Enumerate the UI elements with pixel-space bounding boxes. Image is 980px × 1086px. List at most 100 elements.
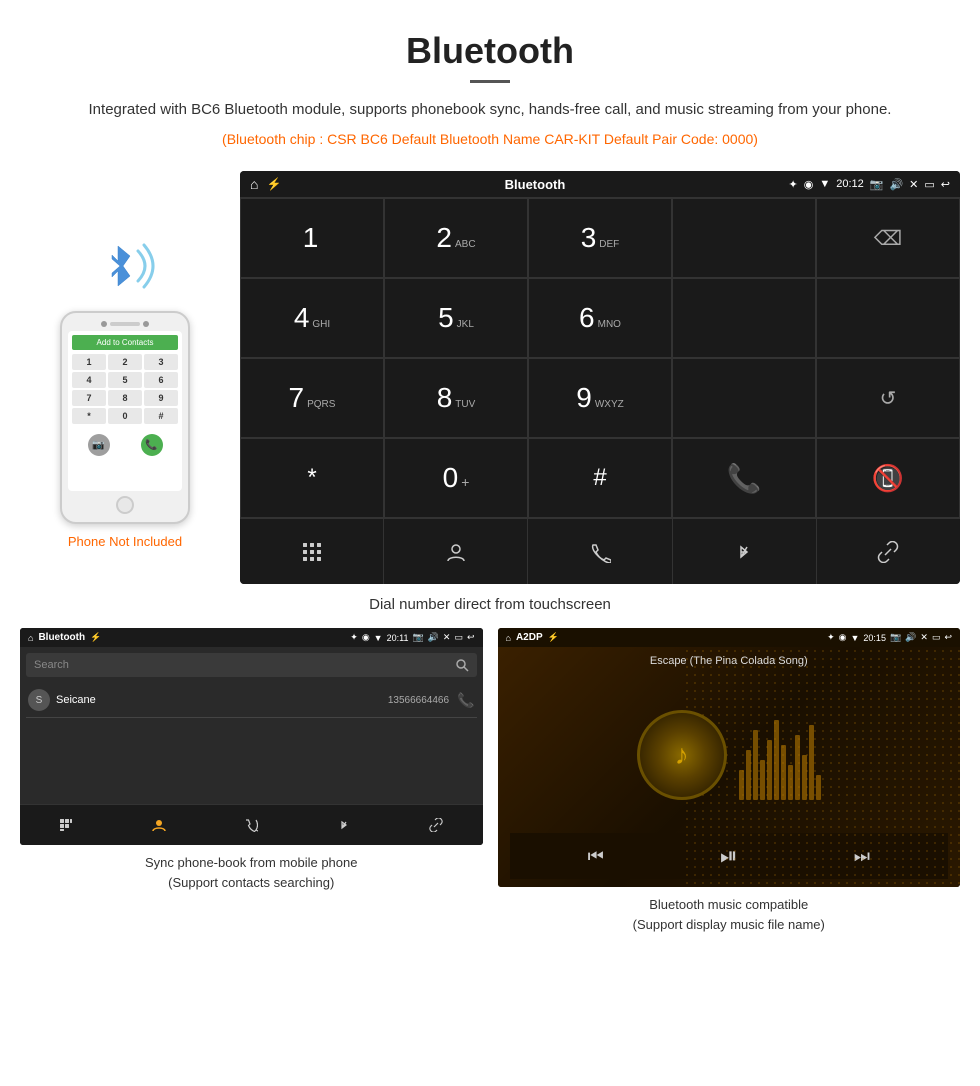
phonebook-screenshot: ⌂ Bluetooth ⚡ ✦ ◉ ▼ 20:11 📷 🔊 ✕ ▭ ↩ [20, 628, 483, 934]
phonebook-tb-bt[interactable] [298, 805, 391, 845]
device-status-bar: ⌂ ⚡ Bluetooth ✦ ◉ ▼ 20:12 📷 🔊 ✕ ▭ ↩ [240, 171, 960, 197]
bottom-screenshots: ⌂ Bluetooth ⚡ ✦ ◉ ▼ 20:11 📷 🔊 ✕ ▭ ↩ [0, 628, 980, 934]
music-caption: Bluetooth music compatible (Support disp… [498, 887, 961, 934]
vis-bar-4 [760, 760, 765, 800]
contact-initial-s: S [28, 689, 50, 711]
phonebook-tb-apps[interactable] [20, 805, 113, 845]
dialpad-grid: 1 2 ABC 3 DEF ⌫ 4 G [240, 197, 960, 518]
contact-name: Seicane [56, 694, 388, 706]
call-red-icon: 📵 [872, 463, 904, 494]
dial-key-1[interactable]: 1 [240, 198, 384, 278]
phonebook-status-left: ⌂ Bluetooth ⚡ [28, 632, 101, 643]
contact-row-seicane: S Seicane 13566664466 📞 [26, 683, 477, 718]
dial-key-5[interactable]: 5 JKL [384, 278, 528, 358]
phonebook-time: 20:11 [387, 633, 409, 643]
dial-key-4[interactable]: 4 GHI [240, 278, 384, 358]
toolbar-bluetooth-btn[interactable] [673, 519, 817, 584]
skip-back-button[interactable]: ⏮ [588, 846, 604, 867]
phone-key-6: 6 [144, 372, 178, 388]
phone-key-1: 1 [72, 354, 106, 370]
page-header: Bluetooth Integrated with BC6 Bluetooth … [0, 0, 980, 171]
phonebook-tb-contact[interactable] [113, 805, 206, 845]
phonebook-caption: Sync phone-book from mobile phone (Suppo… [20, 845, 483, 892]
vis-bar-11 [809, 725, 814, 800]
skip-forward-button[interactable]: ⏭ [854, 846, 870, 867]
phone-not-included-label: Phone Not Included [68, 534, 182, 549]
bluetooth-signal-icon [90, 231, 160, 301]
music-bt-icon: ✦ [827, 632, 835, 643]
dial-backspace-button[interactable]: ⌫ [816, 198, 960, 278]
music-x-icon: ✕ [920, 632, 928, 643]
dial-refresh-button[interactable]: ↺ [816, 358, 960, 438]
dial-cell-empty-1 [672, 198, 816, 278]
phone-key-8: 8 [108, 390, 142, 406]
phone-camera-btn: 📷 [88, 434, 110, 456]
music-device: ⌂ A2DP ⚡ ✦ ◉ ▼ 20:15 📷 🔊 ✕ ▭ ↩ [498, 628, 961, 887]
dial-cell-empty-2 [672, 278, 816, 358]
music-time: 20:15 [863, 633, 886, 643]
phonebook-wifi-icon: ▼ [374, 633, 383, 643]
phone-key-hash: # [144, 408, 178, 424]
phonebook-tb-link[interactable] [390, 805, 483, 845]
usb-icon: ⚡ [266, 177, 281, 191]
toolbar-dialpad-btn[interactable] [240, 519, 384, 584]
bt-status-icon: ✦ [788, 178, 797, 191]
phonebook-status-right: ✦ ◉ ▼ 20:11 📷 🔊 ✕ ▭ ↩ [350, 632, 474, 643]
dial-key-8[interactable]: 8 TUV [384, 358, 528, 438]
dial-key-2[interactable]: 2 ABC [384, 198, 528, 278]
phonebook-back-icon: ↩ [467, 632, 475, 643]
phonebook-content: Search S Seicane 13566664466 📞 [20, 647, 483, 804]
device-bottom-toolbar [240, 518, 960, 584]
music-usb-icon: ⚡ [548, 632, 559, 643]
phonebook-home-icon: ⌂ [28, 633, 33, 643]
phonebook-cam-icon: 📷 [412, 632, 423, 643]
dial-call-green-button[interactable]: 📞 [672, 438, 816, 518]
phonebook-search-bar[interactable]: Search [26, 653, 477, 677]
phonebook-tb-phone[interactable] [205, 805, 298, 845]
phone-home-button [116, 496, 134, 514]
phone-camera [143, 321, 149, 327]
music-rect-icon: ▭ [932, 632, 941, 643]
phonebook-search-placeholder: Search [34, 659, 69, 671]
phonebook-loc-icon: ◉ [362, 632, 370, 643]
dial-key-star[interactable]: * [240, 438, 384, 518]
phone-key-0: 0 [108, 408, 142, 424]
dial-key-3[interactable]: 3 DEF [528, 198, 672, 278]
phonebook-caption-line1: Sync phone-book from mobile phone [145, 855, 357, 870]
dial-key-6[interactable]: 6 MNO [528, 278, 672, 358]
phone-dialpad: 1 2 3 4 5 6 7 8 9 * 0 # [72, 354, 178, 424]
music-loc-icon: ◉ [839, 632, 847, 643]
vis-bar-6 [774, 720, 779, 800]
toolbar-contact-btn[interactable] [384, 519, 528, 584]
music-screen-title: A2DP [516, 632, 543, 643]
contact-call-icon[interactable]: 📞 [457, 692, 474, 709]
music-screenshot: ⌂ A2DP ⚡ ✦ ◉ ▼ 20:15 📷 🔊 ✕ ▭ ↩ [498, 628, 961, 934]
dial-call-red-button[interactable]: 📵 [816, 438, 960, 518]
phone-screen-header: Add to Contacts [72, 335, 178, 350]
rect-status-icon: ▭ [924, 178, 934, 191]
camera-status-icon: 📷 [870, 178, 884, 191]
phone-key-7: 7 [72, 390, 106, 406]
volume-status-icon: 🔊 [889, 178, 903, 191]
toolbar-phone-btn[interactable] [528, 519, 672, 584]
header-specs: (Bluetooth chip : CSR BC6 Default Blueto… [60, 128, 920, 150]
dial-key-0[interactable]: 0 + [384, 438, 528, 518]
phonebook-bt-icon: ✦ [350, 632, 358, 643]
phonebook-usb-icon: ⚡ [90, 632, 101, 643]
play-pause-button[interactable]: ⏯ [720, 843, 738, 869]
phonebook-caption-line2: (Support contacts searching) [168, 875, 334, 890]
toolbar-link-btn[interactable] [817, 519, 960, 584]
phone-speaker [101, 321, 107, 327]
phone-key-star: * [72, 408, 106, 424]
dial-key-9[interactable]: 9 WXYZ [528, 358, 672, 438]
page-title: Bluetooth [60, 30, 920, 72]
vis-bar-9 [795, 735, 800, 800]
home-icon: ⌂ [250, 176, 258, 192]
x-status-icon: ✕ [909, 178, 918, 191]
phone-call-btn: 📞 [141, 434, 163, 456]
phone-key-2: 2 [108, 354, 142, 370]
vis-bar-1 [739, 770, 744, 800]
dial-key-hash[interactable]: # [528, 438, 672, 518]
music-caption-line2: (Support display music file name) [633, 917, 825, 932]
dial-key-7[interactable]: 7 PQRS [240, 358, 384, 438]
